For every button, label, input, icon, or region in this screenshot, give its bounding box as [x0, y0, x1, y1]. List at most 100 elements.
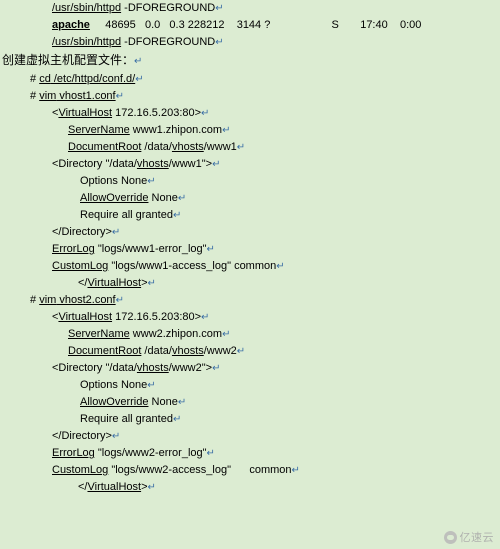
code-token: None [148, 192, 178, 204]
code-token: AllowOverride [80, 396, 149, 408]
code-line: CustomLog "logs/www1-access_log" common↵ [0, 258, 500, 275]
code-token: "logs/www2-error_log" [94, 447, 207, 459]
paragraph-mark: ↵ [222, 125, 231, 136]
paragraph-mark: ↵ [206, 448, 215, 459]
code-line: /usr/sbin/httpd -DFOREGROUND↵ [0, 34, 500, 51]
paragraph-mark: ↵ [147, 176, 156, 187]
paragraph-mark: ↵ [276, 261, 285, 272]
paragraph-mark: ↵ [111, 431, 121, 442]
code-token: vhost2.conf [56, 294, 116, 306]
code-token: CustomLog [52, 260, 109, 272]
code-line: Options None↵ [0, 173, 500, 190]
code-token: /www1 [203, 141, 237, 153]
code-token: vhosts [171, 141, 204, 153]
code-line: # cd /etc/httpd/conf.d/↵ [0, 71, 500, 88]
code-token: "logs/www1-error_log" [94, 243, 207, 255]
code-token: /usr/sbin/httpd [52, 2, 122, 14]
code-line: Options None↵ [0, 377, 500, 394]
code-line: CustomLog "logs/www2-access_log" common↵ [0, 462, 500, 479]
paragraph-mark: ↵ [115, 91, 125, 102]
paragraph-mark: ↵ [177, 397, 187, 408]
paragraph-mark: ↵ [215, 3, 224, 14]
paragraph-mark: ↵ [111, 227, 121, 238]
cloud-icon [443, 530, 457, 544]
paragraph-mark: ↵ [201, 108, 210, 119]
paragraph-mark: ↵ [212, 159, 221, 170]
code-line: # vim vhost1.conf↵ [0, 88, 500, 105]
code-token: </Directory> [52, 430, 112, 442]
code-line: # vim vhost2.conf↵ [0, 292, 500, 309]
paragraph-mark: ↵ [212, 363, 221, 374]
paragraph-mark: ↵ [236, 142, 246, 153]
code-line: /usr/sbin/httpd -DFOREGROUND↵ [0, 0, 500, 17]
code-line: <Directory "/data/vhosts/www1">↵ [0, 156, 500, 173]
code-token: ServerName [68, 124, 130, 136]
code-token: /www1"> [168, 158, 213, 170]
code-token: 48695 0.0 0.3 228212 3144 ? S 17:40 0:00 [89, 19, 422, 31]
document-page: /usr/sbin/httpd -DFOREGROUND↵ apache 4869… [0, 0, 500, 549]
paragraph-mark: ↵ [215, 37, 224, 48]
code-token: CustomLog [52, 464, 109, 476]
code-line: AllowOverride None↵ [0, 394, 500, 411]
code-token: "logs/www1-access_log" common [108, 260, 277, 272]
code-token: vhosts [136, 158, 169, 170]
paragraph-mark: ↵ [147, 278, 156, 289]
code-token: # [30, 294, 40, 306]
code-token: cd [39, 73, 51, 85]
code-line: DocumentRoot /data/vhosts/www1↵ [0, 139, 500, 156]
code-line: <VirtualHost 172.16.5.203:80>↵ [0, 309, 500, 326]
watermark: 亿速云 [443, 529, 495, 545]
code-token: 172.16.5.203:80> [112, 107, 202, 119]
code-listing: /usr/sbin/httpd -DFOREGROUND↵ apache 4869… [0, 0, 500, 496]
code-token: 创建虚拟主机配置文件： [2, 53, 135, 67]
paragraph-mark: ↵ [206, 244, 215, 255]
code-token: vhosts [136, 362, 169, 374]
code-token: ErrorLog [52, 243, 95, 255]
paragraph-mark: ↵ [172, 414, 182, 425]
code-token: <Directory "/data/ [52, 158, 137, 170]
code-line: Require all granted↵ [0, 411, 500, 428]
code-line: ErrorLog "logs/www1-error_log"↵ [0, 241, 500, 258]
paragraph-mark: ↵ [177, 193, 187, 204]
code-line: </VirtualHost>↵ [0, 275, 500, 292]
code-token: DocumentRoot [68, 345, 142, 357]
code-line: </Directory>↵ [0, 428, 500, 445]
paragraph-mark: ↵ [236, 346, 246, 357]
code-token: None [148, 396, 178, 408]
code-token: /data/ [141, 345, 172, 357]
code-token: /www2"> [168, 362, 213, 374]
code-line: 创建虚拟主机配置文件：↵ [0, 51, 500, 71]
code-line: <Directory "/data/vhosts/www2">↵ [0, 360, 500, 377]
code-token: 172.16.5.203:80> [112, 311, 202, 323]
code-token: # [30, 73, 40, 85]
code-token: www2.zhipon.com [129, 328, 223, 340]
code-token: apache [52, 19, 90, 31]
code-token: ErrorLog [52, 447, 95, 459]
code-token: Options None [80, 379, 148, 391]
code-line: <VirtualHost 172.16.5.203:80>↵ [0, 105, 500, 122]
code-token: vhost1.conf [56, 90, 116, 102]
code-token: VirtualHost [87, 277, 142, 289]
code-token: DocumentRoot [68, 141, 142, 153]
code-token: www1.zhipon.com [129, 124, 223, 136]
paragraph-mark: ↵ [172, 210, 182, 221]
watermark-label: 亿速云 [459, 532, 494, 544]
code-token: vim [39, 294, 57, 306]
paragraph-mark: ↵ [135, 74, 144, 85]
code-token: ServerName [68, 328, 130, 340]
code-line: DocumentRoot /data/vhosts/www2↵ [0, 343, 500, 360]
code-token: Require all granted [80, 209, 173, 221]
code-token: Options None [80, 175, 148, 187]
paragraph-mark: ↵ [134, 56, 143, 67]
code-token: /data/ [141, 141, 172, 153]
code-token: Require all granted [80, 413, 173, 425]
code-token: /etc/httpd/conf.d/ [50, 73, 136, 85]
code-line: ErrorLog "logs/www2-error_log"↵ [0, 445, 500, 462]
code-token: VirtualHost [58, 311, 113, 323]
code-line: AllowOverride None↵ [0, 190, 500, 207]
code-token: VirtualHost [87, 481, 142, 493]
code-token: "logs/www2-access_log" common [108, 464, 292, 476]
paragraph-mark: ↵ [115, 295, 125, 306]
code-line: </Directory>↵ [0, 224, 500, 241]
paragraph-mark: ↵ [201, 312, 210, 323]
